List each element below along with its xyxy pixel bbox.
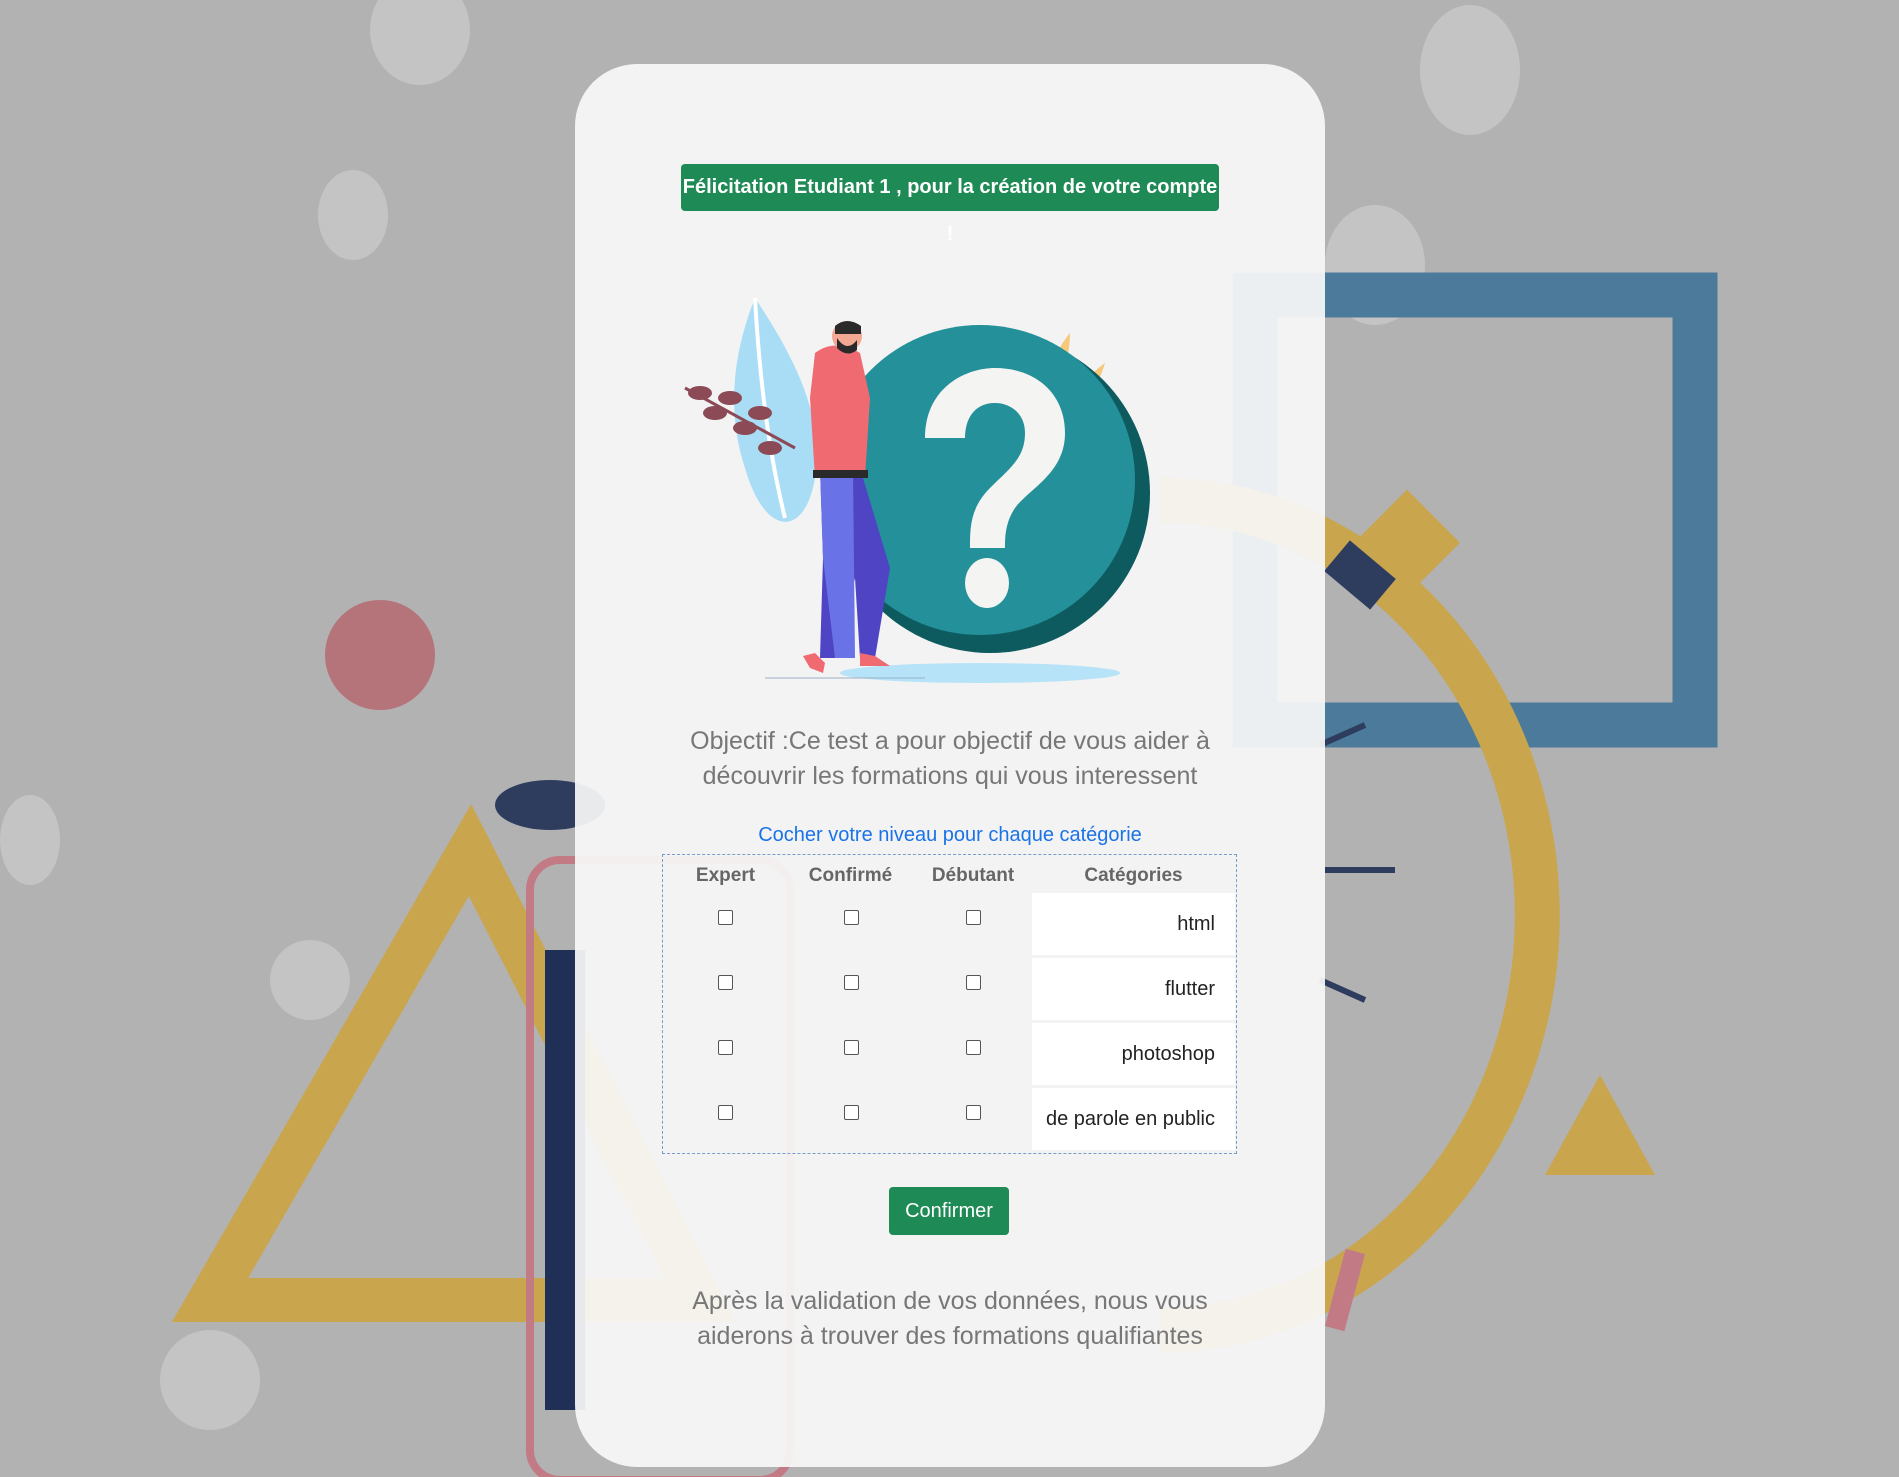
checkbox-photoshop-expert[interactable] [718, 1040, 733, 1055]
checkbox-flutter-confirme[interactable] [844, 975, 859, 990]
test-card: Félicitation Etudiant 1 , pour la créati… [575, 64, 1325, 1467]
objective-line-1: Objectif :Ce test a pour objectif de vou… [690, 727, 1210, 755]
question-mark-person-illustration [684, 297, 1150, 683]
level-table: Expert Confirmé Débutant Catégories html… [662, 854, 1237, 1154]
checkbox-html-expert[interactable] [718, 910, 733, 925]
footer-text: Après la validation de vos données, nous… [670, 1284, 1230, 1354]
objective-line-2: découvrir les formations qui vous intere… [702, 762, 1198, 790]
congratulation-banner: Félicitation Etudiant 1 , pour la créati… [681, 164, 1219, 245]
checkbox-parole-debutant[interactable] [966, 1105, 981, 1120]
checkbox-photoshop-confirme[interactable] [844, 1040, 859, 1055]
header-categories: Catégories [1084, 865, 1183, 886]
header-confirme: Confirmé [808, 865, 893, 886]
checkbox-flutter-debutant[interactable] [966, 975, 981, 990]
category-flutter: flutter [1032, 958, 1235, 1020]
instruction-text: Cocher votre niveau pour chaque catégori… [758, 824, 1142, 846]
footer-line-1: Après la validation de vos données, nous… [692, 1287, 1208, 1315]
checkbox-html-debutant[interactable] [966, 910, 981, 925]
checkbox-html-confirme[interactable] [844, 910, 859, 925]
header-expert: Expert [695, 865, 756, 886]
category-html: html [1032, 893, 1235, 955]
header-debutant: Débutant [931, 865, 1015, 886]
checkbox-parole-expert[interactable] [718, 1105, 733, 1120]
checkbox-flutter-expert[interactable] [718, 975, 733, 990]
category-photoshop: photoshop [1032, 1023, 1235, 1085]
checkbox-parole-confirme[interactable] [844, 1105, 859, 1120]
checkbox-photoshop-debutant[interactable] [966, 1040, 981, 1055]
objective-text: Objectif :Ce test a pour objectif de vou… [670, 724, 1230, 794]
footer-line-2: aiderons à trouver des formations qualif… [697, 1322, 1203, 1350]
confirm-button[interactable]: Confirmer [889, 1187, 1009, 1235]
category-parole-en-public: de parole en public [1032, 1088, 1235, 1150]
